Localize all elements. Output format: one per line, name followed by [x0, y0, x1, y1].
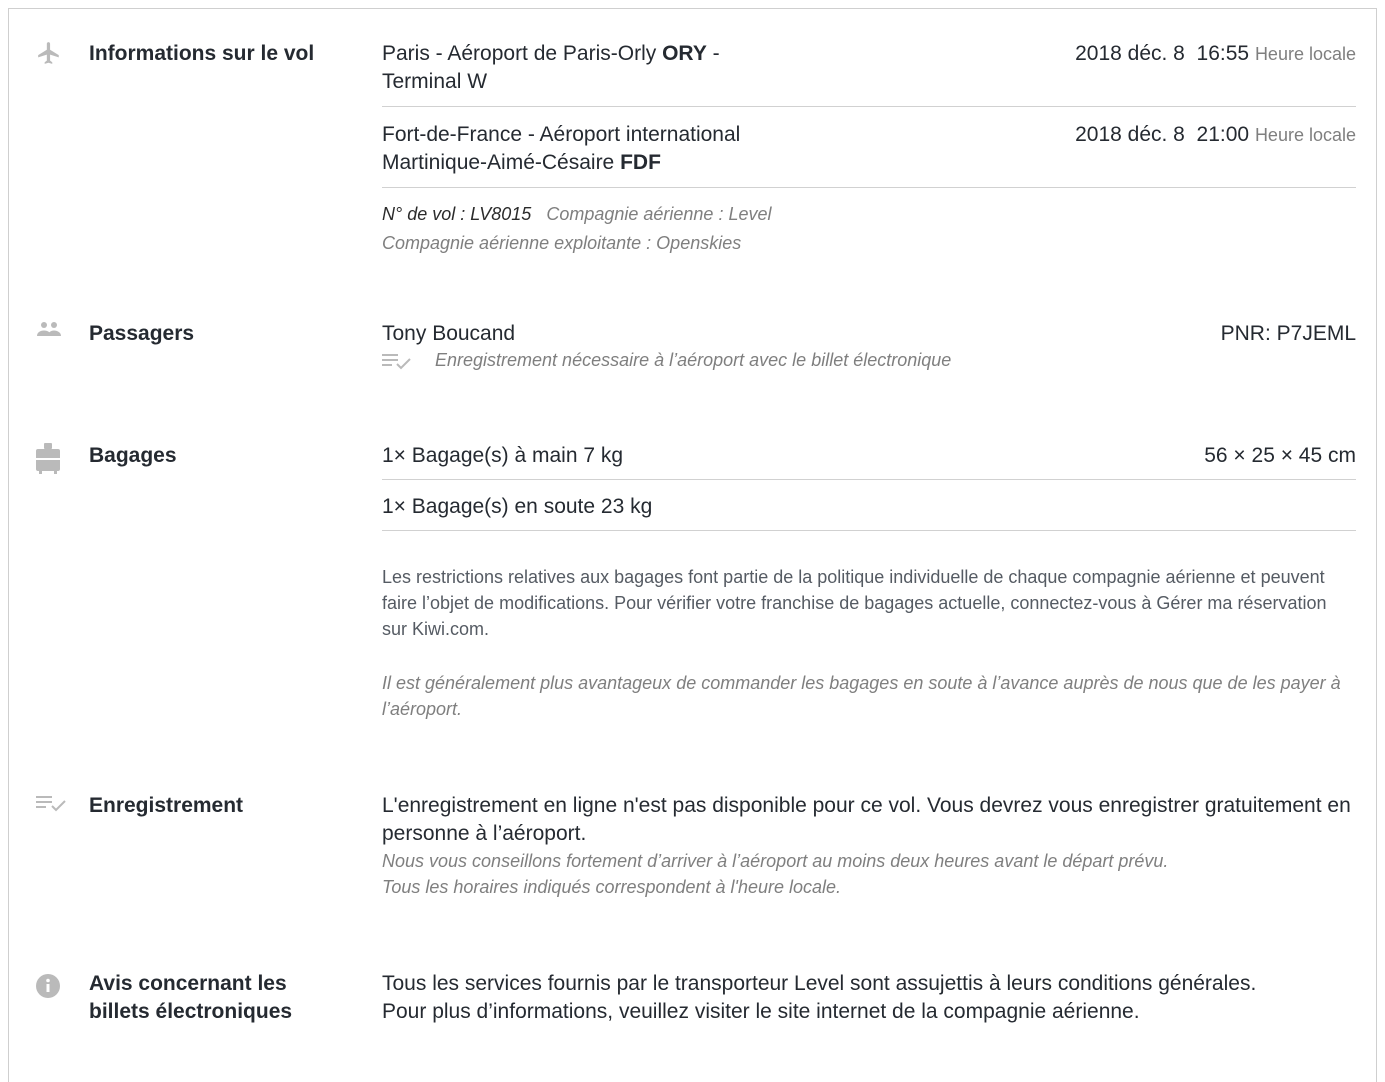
baggage-item: 1× Bagage(s) à main 7 kg 56 × 25 × 45 cm: [382, 442, 1356, 480]
eticket-text: Tous les services fournis par le transpo…: [382, 972, 1257, 1023]
arrival-code: FDF: [620, 151, 661, 174]
airline: Compagnie aérienne : Level: [546, 204, 772, 224]
flight-details: Paris - Aéroport de Paris-Orly ORY - Ter…: [382, 40, 1356, 258]
flight-meta: N° de vol : LV8015 Compagnie aérienne : …: [382, 188, 1356, 258]
checkin-required-note: Enregistrement nécessaire à l’aéroport a…: [435, 350, 952, 370]
departure-datetime: 2018 déc. 8 16:55 Heure locale: [1075, 42, 1356, 65]
checked-bag: 1× Bagage(s) en soute 23 kg: [382, 495, 653, 518]
checklist-icon: [382, 354, 411, 370]
checkin-text: L'enregistrement en ligne n'est pas disp…: [382, 794, 1351, 845]
cabin-bag-dimensions: 56 × 25 × 45 cm: [1204, 444, 1356, 467]
passengers-section-label: Passagers: [89, 322, 195, 345]
passengers-icon: [36, 320, 61, 344]
arrival-datetime: 2018 déc. 8 21:00 Heure locale: [1075, 123, 1356, 146]
arrival-date: 2018 déc. 8: [1075, 123, 1185, 146]
passengers-details: Tony Boucand PNR: P7JEML Enregistrement …: [382, 320, 1356, 376]
passenger-name: Tony Boucand: [382, 322, 516, 345]
eticket-section-label: Avis concernant les billets électronique…: [89, 972, 293, 1023]
departure-code: ORY: [662, 42, 707, 65]
airplane-icon: [36, 40, 60, 64]
checkin-note: Nous vous conseillons fortement d’arrive…: [382, 851, 1169, 871]
checkin-details: L'enregistrement en ligne n'est pas disp…: [382, 792, 1356, 900]
eticket-details: Tous les services fournis par le transpo…: [382, 970, 1282, 1026]
arrival-row: Fort-de-France - Aéroport international …: [382, 107, 1356, 188]
suitcase-icon: [36, 443, 60, 474]
checkin-section-label: Enregistrement: [89, 794, 244, 817]
operating-airline: Compagnie aérienne exploitante : Openski…: [382, 233, 742, 253]
info-icon: [36, 974, 60, 998]
pnr: PNR: P7JEML: [1220, 322, 1356, 345]
departure-date: 2018 déc. 8: [1075, 42, 1185, 65]
baggage-item: 1× Bagage(s) en soute 23 kg: [382, 480, 1356, 531]
baggage-policy: Les restrictions relatives aux bagages f…: [382, 567, 1327, 639]
departure-airport: Paris - Aéroport de Paris-Orly ORY - Ter…: [382, 42, 720, 93]
flight-section-label: Informations sur le vol: [89, 42, 315, 65]
checklist-icon: [36, 793, 66, 817]
baggage-tip: Il est généralement plus avantageux de c…: [382, 673, 1341, 719]
departure-time: 16:55: [1196, 42, 1250, 65]
baggage-section-label: Bagages: [89, 444, 177, 467]
flight-number: N° de vol : LV8015: [382, 204, 532, 224]
arrival-time: 21:00: [1196, 123, 1250, 146]
arrival-airport: Fort-de-France - Aéroport international …: [382, 123, 741, 174]
baggage-details: 1× Bagage(s) à main 7 kg 56 × 25 × 45 cm…: [382, 442, 1356, 722]
departure-row: Paris - Aéroport de Paris-Orly ORY - Ter…: [382, 40, 1356, 107]
local-time-note: Tous les horaires indiqués correspondent…: [382, 877, 842, 897]
